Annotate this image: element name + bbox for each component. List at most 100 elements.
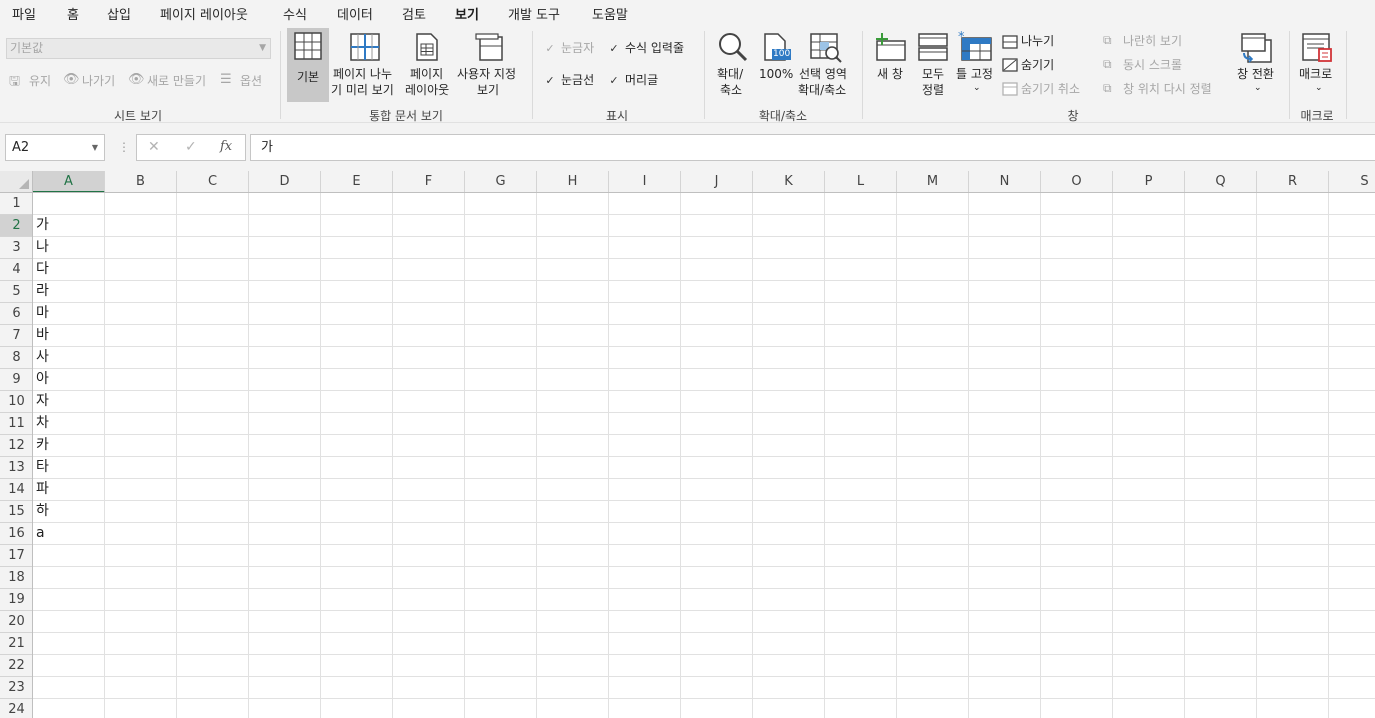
row-header[interactable]: 11 (0, 413, 32, 435)
cell[interactable]: 타 (33, 457, 105, 479)
name-box[interactable]: A2 ▼ (5, 134, 105, 161)
hide-button[interactable]: 숨기기 (1021, 57, 1054, 73)
page-layout-button[interactable]: 페이지 (410, 66, 443, 82)
column-header[interactable]: F (393, 171, 465, 192)
column-header[interactable]: E (321, 171, 393, 192)
enter-icon[interactable]: ✓ (185, 139, 197, 155)
normal-view-button[interactable]: 기본 (287, 28, 329, 102)
column-header[interactable]: R (1257, 171, 1329, 192)
row-header[interactable]: 3 (0, 237, 32, 259)
zoom-100-button[interactable]: 100% (759, 66, 793, 82)
cell[interactable]: 마 (33, 303, 105, 325)
custom-views-button[interactable]: 사용자 지정 (457, 66, 516, 82)
row-header[interactable]: 8 (0, 347, 32, 369)
tab-page-layout[interactable]: 페이지 레이아웃 (160, 4, 248, 23)
column-header[interactable]: D (249, 171, 321, 192)
row-header[interactable]: 9 (0, 369, 32, 391)
row-header[interactable]: 23 (0, 677, 32, 699)
tab-review[interactable]: 검토 (402, 4, 426, 23)
column-header[interactable]: N (969, 171, 1041, 192)
cell-area[interactable]: 가나다라마바사아자차카타파하a (33, 193, 1375, 718)
row-header[interactable]: 15 (0, 501, 32, 523)
ruler-checkbox[interactable]: ✓ (544, 43, 556, 55)
row-header[interactable]: 21 (0, 633, 32, 655)
tab-insert[interactable]: 삽입 (107, 4, 131, 23)
row-header[interactable]: 13 (0, 457, 32, 479)
select-all-button[interactable] (0, 171, 33, 193)
column-header[interactable]: B (105, 171, 177, 192)
new-sheet-view-button[interactable]: 새로 만들기 (147, 73, 206, 89)
column-header[interactable]: J (681, 171, 753, 192)
exit-button[interactable]: 나가기 (82, 73, 115, 89)
zoom-to-selection-button[interactable]: 선택 영역 (799, 66, 847, 82)
column-header[interactable]: M (897, 171, 969, 192)
column-header[interactable]: S (1329, 171, 1375, 192)
column-header[interactable]: C (177, 171, 249, 192)
unhide-button[interactable]: 숨기기 취소 (1021, 81, 1080, 97)
column-header[interactable]: Q (1185, 171, 1257, 192)
cell[interactable]: 사 (33, 347, 105, 369)
row-header[interactable]: 18 (0, 567, 32, 589)
view-side-by-side-button[interactable]: 나란히 보기 (1123, 33, 1182, 49)
cell[interactable]: 나 (33, 237, 105, 259)
row-header[interactable]: 7 (0, 325, 32, 347)
reset-window-position-button[interactable]: 창 위치 다시 정렬 (1123, 81, 1212, 97)
cell[interactable]: 가 (33, 215, 105, 237)
cell[interactable]: 자 (33, 391, 105, 413)
column-header[interactable]: P (1113, 171, 1185, 192)
cell[interactable]: a (33, 523, 105, 545)
row-header[interactable]: 4 (0, 259, 32, 281)
keep-button[interactable]: 유지 (29, 73, 51, 89)
tab-developer[interactable]: 개발 도구 (508, 4, 560, 23)
row-header[interactable]: 16 (0, 523, 32, 545)
row-header[interactable]: 2 (0, 215, 32, 237)
tab-help[interactable]: 도움말 (592, 4, 628, 23)
column-header[interactable]: O (1041, 171, 1113, 192)
sheet-view-select[interactable]: 기본값 ▼ (6, 38, 271, 59)
row-header[interactable]: 1 (0, 193, 32, 215)
column-header[interactable]: A (33, 171, 105, 192)
column-header[interactable]: L (825, 171, 897, 192)
tab-view[interactable]: 보기 (455, 4, 479, 28)
row-header[interactable]: 10 (0, 391, 32, 413)
row-header[interactable]: 19 (0, 589, 32, 611)
tab-file[interactable]: 파일 (12, 4, 36, 23)
row-header[interactable]: 6 (0, 303, 32, 325)
column-header[interactable]: H (537, 171, 609, 192)
insert-function-icon[interactable]: fx (220, 139, 232, 154)
row-header[interactable]: 24 (0, 699, 32, 718)
cell[interactable]: 라 (33, 281, 105, 303)
cell[interactable]: 파 (33, 479, 105, 501)
formula-bar-checkbox[interactable]: ✓ (608, 43, 620, 55)
cell[interactable]: 차 (33, 413, 105, 435)
arrange-all-button[interactable]: 모두 (922, 66, 944, 82)
column-header[interactable]: I (609, 171, 681, 192)
options-button[interactable]: 옵션 (240, 73, 262, 89)
row-header[interactable]: 14 (0, 479, 32, 501)
cancel-icon[interactable]: ✕ (148, 139, 160, 155)
cell[interactable]: 카 (33, 435, 105, 457)
cell[interactable]: 바 (33, 325, 105, 347)
column-header[interactable]: K (753, 171, 825, 192)
sync-scroll-button[interactable]: 동시 스크롤 (1123, 57, 1182, 73)
cell[interactable]: 아 (33, 369, 105, 391)
row-header[interactable]: 12 (0, 435, 32, 457)
headings-checkbox[interactable]: ✓ (608, 75, 620, 87)
row-header[interactable]: 17 (0, 545, 32, 567)
row-header[interactable]: 20 (0, 611, 32, 633)
tab-home[interactable]: 홈 (67, 4, 79, 23)
row-header[interactable]: 22 (0, 655, 32, 677)
column-header[interactable]: G (465, 171, 537, 192)
formula-input[interactable]: 가 (250, 134, 1375, 161)
cell[interactable]: 다 (33, 259, 105, 281)
page-break-preview-button[interactable]: 페이지 나누 (333, 66, 392, 82)
tab-formulas[interactable]: 수식 (283, 4, 307, 23)
chevron-down-icon: ▼ (91, 143, 98, 152)
zoom-button[interactable]: 확대/ (717, 66, 743, 82)
cell[interactable]: 하 (33, 501, 105, 523)
gridlines-checkbox[interactable]: ✓ (544, 75, 556, 87)
row-header[interactable]: 5 (0, 281, 32, 303)
new-window-button[interactable]: 새 창 (877, 66, 903, 82)
tab-data[interactable]: 데이터 (337, 4, 373, 23)
split-button[interactable]: 나누기 (1021, 33, 1054, 49)
